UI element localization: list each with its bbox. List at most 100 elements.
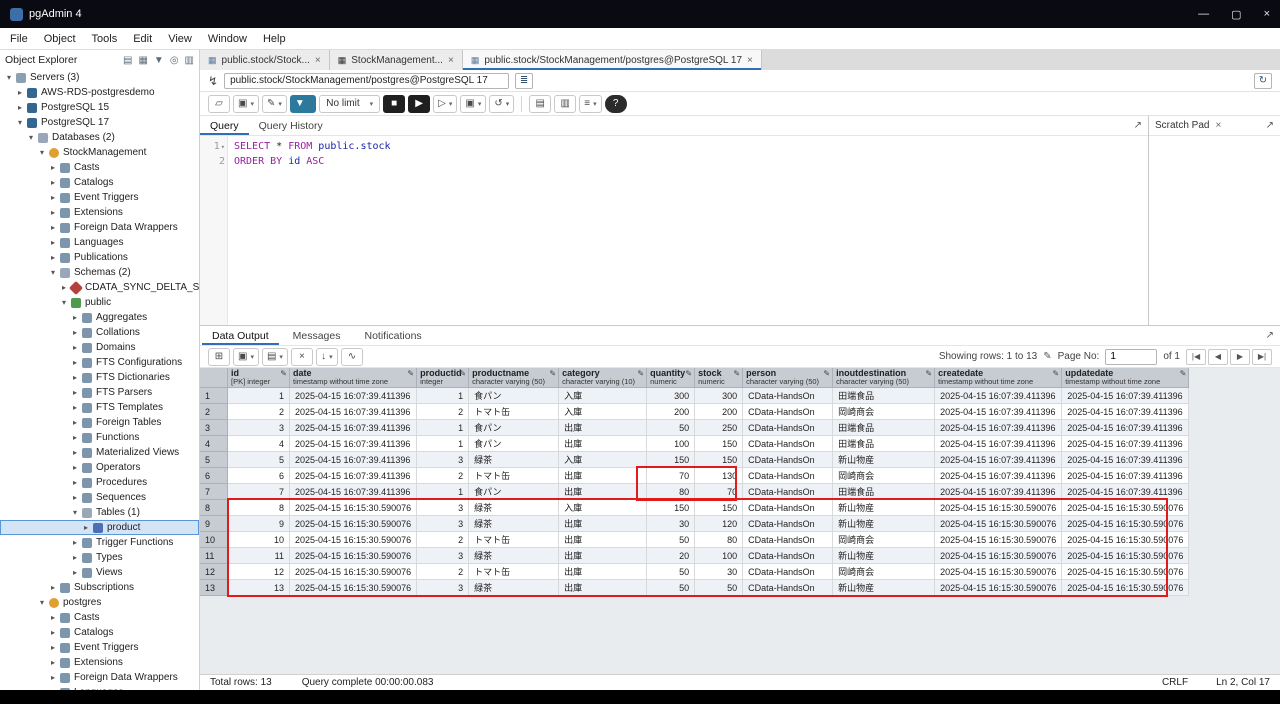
table-cell[interactable]: 3 <box>417 500 469 516</box>
tab-query[interactable]: Query <box>200 116 249 135</box>
table-cell[interactable]: 出庫 <box>559 420 647 436</box>
tree-item-publications[interactable]: ▸Publications <box>0 250 199 265</box>
table-cell[interactable]: 4 <box>228 436 290 452</box>
tree-item-extensions[interactable]: ▸Extensions <box>0 655 199 670</box>
row-number[interactable]: 5 <box>200 452 228 468</box>
table-cell[interactable]: CData-HandsOn <box>743 468 833 484</box>
table-cell[interactable]: 3 <box>417 516 469 532</box>
table-cell[interactable]: 2 <box>417 532 469 548</box>
table-cell[interactable]: トマト缶 <box>469 532 559 548</box>
table-cell[interactable]: 3 <box>417 452 469 468</box>
macro-button[interactable]: ≡▾ <box>579 95 601 113</box>
expander-icon[interactable]: ▸ <box>70 550 80 565</box>
tree-item-tables-1[interactable]: ▾Tables (1) <box>0 505 199 520</box>
table-cell[interactable]: 2025-04-15 16:07:39.411396 <box>1062 404 1189 420</box>
menu-view[interactable]: View <box>168 33 192 45</box>
table-cell[interactable]: 2025-04-15 16:15:30.590076 <box>935 516 1062 532</box>
table-cell[interactable]: 新山物産 <box>833 580 935 596</box>
table-cell[interactable]: 50 <box>647 580 695 596</box>
tree-item-views[interactable]: ▸Views <box>0 565 199 580</box>
table-cell[interactable]: 2 <box>417 468 469 484</box>
row-number[interactable]: 8 <box>200 500 228 516</box>
table-cell[interactable]: 新山物産 <box>833 452 935 468</box>
tree-item-functions[interactable]: ▸Functions <box>0 430 199 445</box>
table-cell[interactable]: 120 <box>695 516 743 532</box>
table-cell[interactable]: CData-HandsOn <box>743 516 833 532</box>
table-cell[interactable]: 50 <box>647 564 695 580</box>
tree-item-fts-parsers[interactable]: ▸FTS Parsers <box>0 385 199 400</box>
table-cell[interactable]: トマト缶 <box>469 468 559 484</box>
column-header-productid[interactable]: productidinteger✎ <box>417 368 469 388</box>
row-number[interactable]: 11 <box>200 548 228 564</box>
table-cell[interactable]: 2025-04-15 16:15:30.590076 <box>290 548 417 564</box>
table-cell[interactable]: 13 <box>228 580 290 596</box>
help-button[interactable]: ? <box>605 95 627 113</box>
table-cell[interactable]: CData-HandsOn <box>743 388 833 404</box>
table-cell[interactable]: 200 <box>647 404 695 420</box>
explain-analyze-button[interactable]: ▥ <box>554 95 576 113</box>
tab-public-stock-stock[interactable]: ▦public.stock/Stock...× <box>200 50 330 70</box>
edit-column-icon[interactable]: ✎ <box>637 370 644 378</box>
expander-icon[interactable]: ▸ <box>15 100 25 115</box>
table-cell[interactable]: 2025-04-15 16:07:39.411396 <box>290 388 417 404</box>
row-number[interactable]: 10 <box>200 532 228 548</box>
expander-icon[interactable]: ▸ <box>70 415 80 430</box>
table-cell[interactable]: 出庫 <box>559 564 647 580</box>
edit-column-icon[interactable]: ✎ <box>733 370 740 378</box>
table-cell[interactable]: 70 <box>647 468 695 484</box>
prev-page-button[interactable]: ◀ <box>1208 349 1228 365</box>
table-cell[interactable]: 150 <box>695 452 743 468</box>
table-cell[interactable]: 岡崎商会 <box>833 532 935 548</box>
table-cell[interactable]: 出庫 <box>559 484 647 500</box>
explain-button[interactable]: ▤ <box>529 95 551 113</box>
tree-item-sequences[interactable]: ▸Sequences <box>0 490 199 505</box>
add-row-button[interactable]: ⊞ <box>208 348 230 366</box>
expand-scratch-icon[interactable]: ↗ <box>1266 120 1274 131</box>
tree-item-catalogs[interactable]: ▸Catalogs <box>0 175 199 190</box>
column-header-productname[interactable]: productnamecharacter varying (50)✎ <box>469 368 559 388</box>
last-page-button[interactable]: ▶| <box>1252 349 1272 365</box>
tab-public-stock-stockmanagement-postgres-postgresql-17[interactable]: ▦public.stock/StockManagement/postgres@P… <box>463 50 762 70</box>
expander-icon[interactable]: ▾ <box>26 130 36 145</box>
table-cell[interactable]: 80 <box>695 532 743 548</box>
table-cell[interactable]: 10 <box>228 532 290 548</box>
table-cell[interactable]: 2025-04-15 16:07:39.411396 <box>935 404 1062 420</box>
expander-icon[interactable]: ▸ <box>70 355 80 370</box>
expander-icon[interactable]: ▾ <box>37 595 47 610</box>
edit-column-icon[interactable]: ✎ <box>280 370 287 378</box>
table-cell[interactable]: CData-HandsOn <box>743 404 833 420</box>
expander-icon[interactable]: ▸ <box>70 325 80 340</box>
table-cell[interactable]: 田端食品 <box>833 420 935 436</box>
tree-item-fts-dictionaries[interactable]: ▸FTS Dictionaries <box>0 370 199 385</box>
page-number-input[interactable] <box>1105 349 1157 365</box>
close-button[interactable]: × <box>1264 8 1270 21</box>
tree-item-servers-3[interactable]: ▾Servers (3) <box>0 70 199 85</box>
tree-item-foreign-tables[interactable]: ▸Foreign Tables <box>0 415 199 430</box>
row-number[interactable]: 7 <box>200 484 228 500</box>
table-cell[interactable]: 田端食品 <box>833 388 935 404</box>
menu-file[interactable]: File <box>10 33 28 45</box>
copy-button[interactable]: ▣▾ <box>233 348 259 366</box>
table-cell[interactable]: CData-HandsOn <box>743 548 833 564</box>
expander-icon[interactable]: ▸ <box>70 535 80 550</box>
table-cell[interactable]: 2025-04-15 16:15:30.590076 <box>1062 564 1189 580</box>
close-icon[interactable]: × <box>448 55 454 66</box>
table-cell[interactable]: 出庫 <box>559 516 647 532</box>
tree-item-aggregates[interactable]: ▸Aggregates <box>0 310 199 325</box>
column-header-stock[interactable]: stocknumeric✎ <box>695 368 743 388</box>
table-cell[interactable]: CData-HandsOn <box>743 532 833 548</box>
table-cell[interactable]: 1 <box>417 388 469 404</box>
table-cell[interactable]: 6 <box>228 468 290 484</box>
table-cell[interactable]: 300 <box>695 388 743 404</box>
table-cell[interactable]: 2025-04-15 16:07:39.411396 <box>290 420 417 436</box>
tree-item-foreign-data-wrappers[interactable]: ▸Foreign Data Wrappers <box>0 670 199 685</box>
table-cell[interactable]: CData-HandsOn <box>743 500 833 516</box>
edit-column-icon[interactable]: ✎ <box>459 370 466 378</box>
expander-icon[interactable]: ▾ <box>37 145 47 160</box>
table-cell[interactable]: 50 <box>695 580 743 596</box>
expander-icon[interactable]: ▸ <box>81 520 91 535</box>
table-cell[interactable]: 1 <box>417 484 469 500</box>
tree-item-fts-configurations[interactable]: ▸FTS Configurations <box>0 355 199 370</box>
limit-select[interactable]: No limit ▾ <box>319 95 380 113</box>
table-cell[interactable]: 11 <box>228 548 290 564</box>
